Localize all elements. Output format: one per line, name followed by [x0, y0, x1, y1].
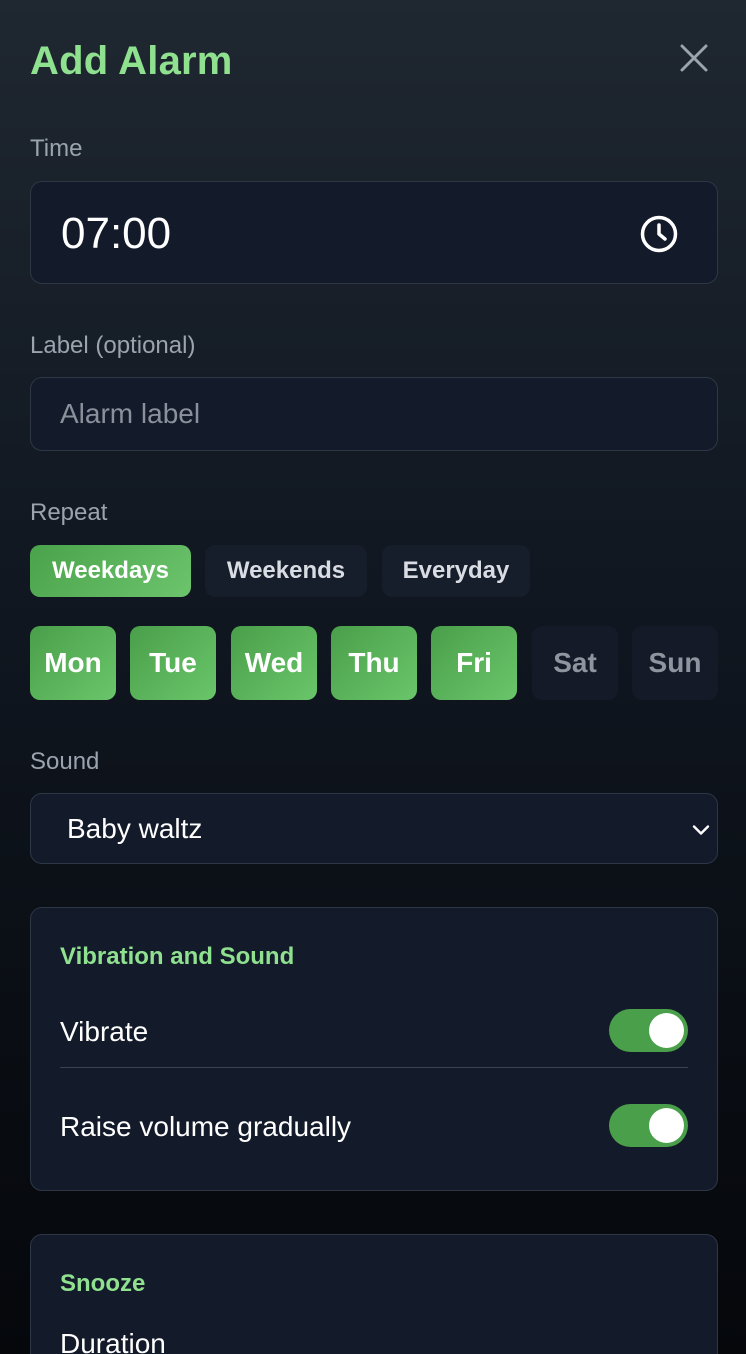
raise-volume-toggle[interactable] [609, 1104, 688, 1147]
day-mon-button[interactable]: Mon [30, 626, 116, 700]
snooze-title: Snooze [60, 1270, 146, 1297]
alarm-label-input[interactable] [30, 377, 718, 451]
page-title: Add Alarm [30, 39, 233, 83]
repeat-label: Repeat [30, 499, 108, 526]
preset-weekdays-button[interactable]: Weekdays [30, 545, 191, 597]
close-icon [680, 44, 708, 72]
vibration-sound-card: Vibration and Sound Vibrate Raise volume… [30, 907, 718, 1191]
snooze-card: Snooze Duration [30, 1234, 718, 1354]
sound-selected-value: Baby waltz [67, 813, 203, 844]
preset-weekends-button[interactable]: Weekends [205, 545, 367, 597]
day-thu-button[interactable]: Thu [331, 626, 417, 700]
time-picker-field[interactable]: 07:00 [30, 181, 718, 284]
toggle-knob [649, 1013, 684, 1048]
day-wed-button[interactable]: Wed [231, 626, 317, 700]
raise-volume-label: Raise volume gradually [60, 1111, 352, 1142]
sound-select[interactable]: Baby waltz [30, 793, 718, 864]
preset-everyday-button[interactable]: Everyday [382, 545, 530, 597]
alarm-label-label: Label (optional) [30, 332, 196, 359]
vibrate-toggle[interactable] [609, 1009, 688, 1052]
sound-label: Sound [30, 748, 100, 775]
clock-icon[interactable] [639, 214, 679, 254]
time-label: Time [30, 135, 83, 162]
day-sun-button[interactable]: Sun [632, 626, 718, 700]
close-button[interactable] [678, 42, 710, 74]
day-fri-button[interactable]: Fri [431, 626, 517, 700]
snooze-duration-label: Duration [60, 1328, 166, 1354]
day-sat-button[interactable]: Sat [532, 626, 618, 700]
toggle-knob [649, 1108, 684, 1143]
chevron-down-icon [691, 820, 711, 840]
divider [60, 1067, 688, 1068]
time-value: 07:00 [61, 209, 172, 258]
vibration-sound-title: Vibration and Sound [60, 943, 295, 970]
day-tue-button[interactable]: Tue [130, 626, 216, 700]
vibrate-label: Vibrate [60, 1016, 149, 1047]
dialog-header: Add Alarm [30, 36, 716, 86]
